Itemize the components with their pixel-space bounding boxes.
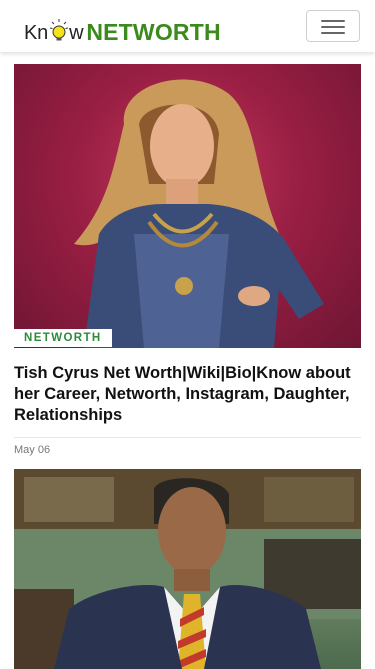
category-badge[interactable]: NETWORTH: [14, 329, 112, 347]
article-thumbnail[interactable]: NETWORTH: [14, 64, 361, 348]
logo-know-prefix: Kn: [24, 22, 49, 44]
site-logo[interactable]: Kn w NETWORTH: [24, 10, 221, 44]
divider: [14, 437, 361, 438]
article-date: May 06: [14, 444, 51, 456]
lightbulb-icon: [49, 18, 69, 44]
menu-toggle-button[interactable]: [306, 10, 360, 42]
article-card[interactable]: NETWORTH Tish Cyrus Net Worth|Wiki|Bio|K…: [14, 64, 361, 456]
logo-know-text: Kn w: [24, 18, 84, 44]
logo-know-suffix: w: [69, 22, 84, 44]
article-card[interactable]: [14, 469, 361, 669]
logo-networth-text: NETWORTH: [86, 19, 221, 45]
site-header: Kn w NETWORTH: [0, 0, 375, 52]
article-title[interactable]: Tish Cyrus Net Worth|Wiki|Bio|Know about…: [14, 363, 361, 426]
article-thumbnail[interactable]: [14, 469, 361, 669]
hamburger-menu-icon: [321, 20, 345, 22]
